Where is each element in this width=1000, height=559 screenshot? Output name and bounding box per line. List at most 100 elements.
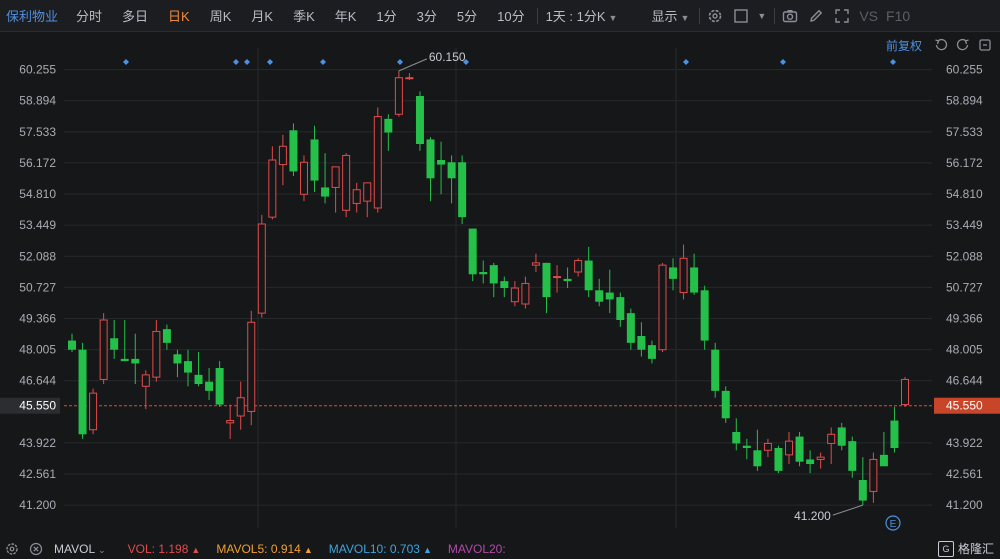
candle-body	[837, 427, 846, 446]
candle-body	[605, 292, 614, 300]
tab-9[interactable]: 5分	[447, 6, 487, 25]
candle-body	[68, 340, 76, 350]
tab-5[interactable]: 季K	[283, 6, 325, 25]
y-tick-label: 42.561	[946, 467, 983, 481]
tab-1[interactable]: 多日	[112, 6, 158, 25]
chevron-down-icon: ⌄	[98, 544, 106, 555]
y-tick-label: 46.644	[946, 374, 983, 388]
candle-body	[690, 267, 699, 293]
chevron-down-icon[interactable]: ▼	[757, 11, 766, 21]
y-tick-label: 45.550	[946, 399, 983, 413]
y-tick-label: 50.727	[946, 280, 983, 294]
candle-body	[78, 349, 87, 435]
display-dropdown[interactable]: 显示 ▼	[623, 6, 697, 25]
y-tick-label: 52.088	[19, 249, 56, 263]
tab-4[interactable]: 月K	[241, 6, 283, 25]
candle-body	[310, 139, 319, 181]
f10-button[interactable]: F10	[882, 8, 914, 24]
candle-body	[426, 139, 435, 179]
camera-icon[interactable]	[777, 0, 803, 32]
toolbar: 保利物业 分时 多日 日K 周K 月K 季K 年K 1分 3分 5分 10分 1天 : 1分K ▼ 显…	[0, 0, 1000, 32]
divider	[536, 7, 538, 24]
event-marker	[780, 59, 786, 65]
tab-8[interactable]: 3分	[407, 6, 447, 25]
stock-name[interactable]: 保利物业	[0, 6, 66, 25]
arrow-up-icon: ▲	[191, 544, 201, 555]
indicator-dropdown[interactable]: MAVOL ⌄	[48, 542, 112, 556]
candle-body	[879, 454, 888, 467]
candle-body	[99, 319, 108, 380]
candle-body	[827, 433, 836, 444]
candle-body	[363, 182, 372, 202]
y-tick-label: 54.810	[946, 187, 983, 201]
candle-body	[542, 262, 551, 298]
candle-body	[563, 278, 572, 282]
candle-body	[257, 223, 266, 314]
y-tick-label: 56.172	[19, 156, 56, 170]
candle-body	[616, 297, 625, 320]
event-marker	[233, 59, 239, 65]
candle-body	[647, 345, 656, 359]
arrow-up-icon: ▲	[303, 544, 313, 555]
tab-3[interactable]: 周K	[200, 6, 242, 25]
vs-button[interactable]: VS	[855, 8, 882, 24]
candle-body	[205, 381, 214, 391]
pencil-icon[interactable]	[803, 0, 829, 32]
y-tick-label: 49.366	[19, 311, 56, 325]
event-marker	[683, 59, 689, 65]
candle-body	[110, 338, 119, 350]
y-tick-label: 43.922	[19, 436, 56, 450]
candle-body	[785, 440, 794, 456]
candle-body	[152, 330, 161, 378]
chevron-down-icon: ▼	[680, 13, 690, 23]
y-tick-label: 60.255	[19, 63, 56, 77]
tab-2[interactable]: 日K	[158, 6, 200, 25]
candle-body	[669, 267, 678, 279]
candle-body	[816, 456, 825, 460]
candle-body	[162, 329, 171, 343]
y-tick-label: 50.727	[19, 280, 56, 294]
candle-body	[500, 281, 509, 288]
tab-6[interactable]: 年K	[325, 6, 367, 25]
kline-chart[interactable]: 60.255 60.255 58.894 58.894 57.533 57.533 56.1…	[0, 33, 1000, 537]
candle-body	[795, 436, 804, 462]
candle-body	[415, 96, 424, 144]
y-tick-label: 41.200	[19, 498, 56, 512]
candle-body	[131, 358, 140, 364]
candle-body	[595, 290, 604, 302]
y-tick-label: 57.533	[19, 125, 56, 139]
candle-body	[721, 390, 730, 419]
arrow-up-icon: ▲	[422, 544, 432, 555]
close-icon[interactable]	[24, 538, 48, 559]
y-tick-label: 54.810	[19, 187, 56, 201]
tab-0[interactable]: 分时	[66, 6, 112, 25]
tab-7[interactable]: 1分	[366, 6, 406, 25]
candle-body	[626, 313, 635, 343]
tab-10[interactable]: 10分	[487, 6, 534, 25]
candle-body	[637, 336, 646, 350]
y-tick-label: 45.550	[19, 399, 56, 413]
candle-body	[268, 159, 277, 218]
gear-icon[interactable]	[0, 538, 24, 559]
min-leader	[832, 504, 863, 516]
candle-body	[489, 265, 498, 284]
candle-body	[458, 162, 467, 218]
gear-icon[interactable]	[702, 0, 728, 32]
candle-body	[278, 145, 287, 166]
candle-body	[858, 480, 867, 501]
y-tick-label: 58.894	[946, 94, 983, 108]
candle-body	[742, 445, 751, 448]
candle-body	[352, 189, 361, 204]
y-tick-label: 48.005	[946, 343, 983, 357]
y-tick-label: 43.922	[946, 436, 983, 450]
candle-body	[405, 77, 414, 80]
event-marker	[123, 59, 129, 65]
candle-body	[658, 264, 667, 351]
square-icon[interactable]	[728, 0, 754, 32]
y-tick-label: 46.644	[19, 374, 56, 388]
event-marker	[267, 59, 273, 65]
expand-icon[interactable]	[829, 0, 855, 32]
period-dropdown[interactable]: 1天 : 1分K ▼	[540, 6, 624, 25]
candle-body	[173, 354, 182, 364]
vol-indicator: VOL: 1.198 ▲	[127, 541, 201, 556]
